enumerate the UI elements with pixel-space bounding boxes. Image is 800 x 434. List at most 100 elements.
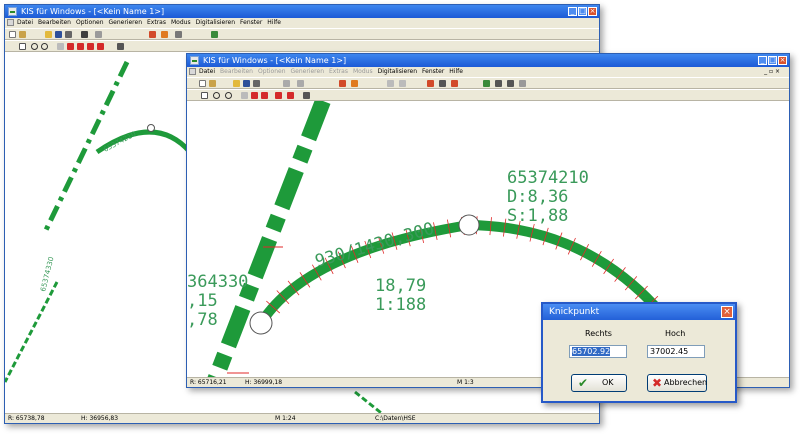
tool-icon[interactable] xyxy=(507,80,514,87)
pen-icon[interactable] xyxy=(351,80,358,87)
menu-item[interactable]: Modus xyxy=(353,68,373,75)
zoom-in-icon[interactable] xyxy=(31,43,38,50)
rechts-label: Rechts xyxy=(585,329,612,338)
arrow-left-icon[interactable] xyxy=(251,92,258,99)
paste-icon[interactable] xyxy=(95,31,102,38)
menu-item[interactable]: Datei xyxy=(17,19,33,26)
menu-item[interactable]: Hilfe xyxy=(267,19,281,26)
close-icon[interactable]: × xyxy=(778,56,787,65)
status-rechts: R: 65716,21 xyxy=(190,379,227,386)
menu-item[interactable]: Bearbeiten xyxy=(220,68,253,75)
rechts-input[interactable]: 65702.92 xyxy=(569,345,627,358)
arrow-up-icon[interactable] xyxy=(275,92,282,99)
close-icon[interactable]: × xyxy=(588,7,597,16)
rechts-value: 65702.92 xyxy=(572,347,611,356)
menu-item[interactable]: Extras xyxy=(147,19,166,26)
minimize-icon[interactable]: _ xyxy=(758,56,767,65)
front-node xyxy=(249,311,273,335)
map-label-left3: ,78 xyxy=(187,310,218,330)
menu-item[interactable]: Modus xyxy=(171,19,191,26)
maximize-icon[interactable]: □ xyxy=(578,7,587,16)
status-scale: M 1:3 xyxy=(457,379,474,386)
minimize-icon[interactable]: _ xyxy=(568,7,577,16)
digitize-icon[interactable] xyxy=(149,31,156,38)
new-icon[interactable] xyxy=(199,80,206,87)
arrow-up-icon[interactable] xyxy=(87,43,94,50)
back-window-titlebar[interactable]: KIS für Windows - [<Kein Name 1>] _ □ × xyxy=(5,5,599,18)
tool-icon[interactable] xyxy=(387,80,394,87)
tool-icon[interactable] xyxy=(495,80,502,87)
tool-icon[interactable] xyxy=(483,80,490,87)
open-icon[interactable] xyxy=(19,31,26,38)
menu-item[interactable]: Generieren xyxy=(109,19,143,26)
menu-item[interactable]: Datei xyxy=(199,68,215,75)
dialog-titlebar[interactable]: Knickpunkt × xyxy=(543,304,735,320)
back-curve-label: 65374210 xyxy=(102,130,137,154)
tool-icon[interactable] xyxy=(399,80,406,87)
page-icon[interactable] xyxy=(201,92,208,99)
copy-icon[interactable] xyxy=(283,80,290,87)
menu-item[interactable]: Optionen xyxy=(258,68,286,75)
arrow-left-icon[interactable] xyxy=(67,43,74,50)
tool-icon[interactable] xyxy=(451,80,458,87)
arrow-right-icon[interactable] xyxy=(77,43,84,50)
app-icon xyxy=(190,56,199,65)
mdi-controls[interactable]: _ ▫ × xyxy=(764,67,780,77)
map-label-radius: 930/1430,300 xyxy=(313,219,437,272)
print-icon[interactable] xyxy=(65,31,72,38)
menu-item[interactable]: Optionen xyxy=(76,19,104,26)
dialog-title: Knickpunkt xyxy=(549,307,600,317)
hoch-input[interactable]: 37002.45 xyxy=(647,345,705,358)
print-icon[interactable] xyxy=(253,80,260,87)
zoom-in-icon[interactable] xyxy=(213,92,220,99)
menu-item[interactable]: Hilfe xyxy=(449,68,463,75)
page-icon[interactable] xyxy=(19,43,26,50)
status-scale: M 1:24 xyxy=(275,415,296,422)
menu-item[interactable]: Fenster xyxy=(422,68,444,75)
front-window-titlebar[interactable]: KIS für Windows - [<Kein Name 1>] _ □ × xyxy=(187,54,789,67)
status-hoch: H: 36999,18 xyxy=(245,379,283,386)
pan-icon[interactable] xyxy=(57,43,64,50)
menu-item[interactable]: Digitalisieren xyxy=(196,19,235,26)
copy-icon[interactable] xyxy=(81,31,88,38)
zoom-out-icon[interactable] xyxy=(41,43,48,50)
menu-item[interactable]: Fenster xyxy=(240,19,262,26)
pan-icon[interactable] xyxy=(241,92,248,99)
tool-icon[interactable] xyxy=(211,31,218,38)
back-window-title: KIS für Windows - [<Kein Name 1>] xyxy=(21,7,165,16)
arrow-right-icon[interactable] xyxy=(261,92,268,99)
arrow-down-icon[interactable] xyxy=(97,43,104,50)
arrow-down-icon[interactable] xyxy=(287,92,294,99)
open-icon[interactable] xyxy=(233,80,240,87)
front-toolbar-2 xyxy=(187,89,789,101)
maximize-icon[interactable]: □ xyxy=(768,56,777,65)
pen-icon[interactable] xyxy=(161,31,168,38)
menu-item[interactable]: Bearbeiten xyxy=(38,19,71,26)
open-icon[interactable] xyxy=(45,31,52,38)
checkmark-icon: ✔ xyxy=(578,376,589,390)
menu-item[interactable]: Generieren xyxy=(291,68,325,75)
close-icon[interactable]: × xyxy=(721,306,733,318)
menu-item[interactable]: Digitalisieren xyxy=(378,68,417,75)
cancel-button[interactable]: ✖ Abbrechen xyxy=(647,374,707,392)
new-icon[interactable] xyxy=(9,31,16,38)
grid-icon[interactable] xyxy=(519,80,526,87)
map-label-left1: 364330 xyxy=(187,272,248,292)
zoom-out-icon[interactable] xyxy=(225,92,232,99)
back-line-label: 65374330 xyxy=(39,256,55,293)
open-icon[interactable] xyxy=(209,80,216,87)
menu-item[interactable]: Extras xyxy=(329,68,348,75)
tool-icon[interactable] xyxy=(439,80,446,87)
save-icon[interactable] xyxy=(55,31,62,38)
digitize-icon[interactable] xyxy=(339,80,346,87)
measure-icon[interactable] xyxy=(117,43,124,50)
tool-icon[interactable] xyxy=(175,31,182,38)
map-label-value2: 1:188 xyxy=(375,295,426,315)
measure-icon[interactable] xyxy=(303,92,310,99)
front-node xyxy=(458,214,480,236)
paste-icon[interactable] xyxy=(297,80,304,87)
save-icon[interactable] xyxy=(243,80,250,87)
hoch-value: 37002.45 xyxy=(650,347,689,356)
ok-button[interactable]: ✔ OK xyxy=(571,374,627,392)
angle-icon[interactable] xyxy=(427,80,434,87)
